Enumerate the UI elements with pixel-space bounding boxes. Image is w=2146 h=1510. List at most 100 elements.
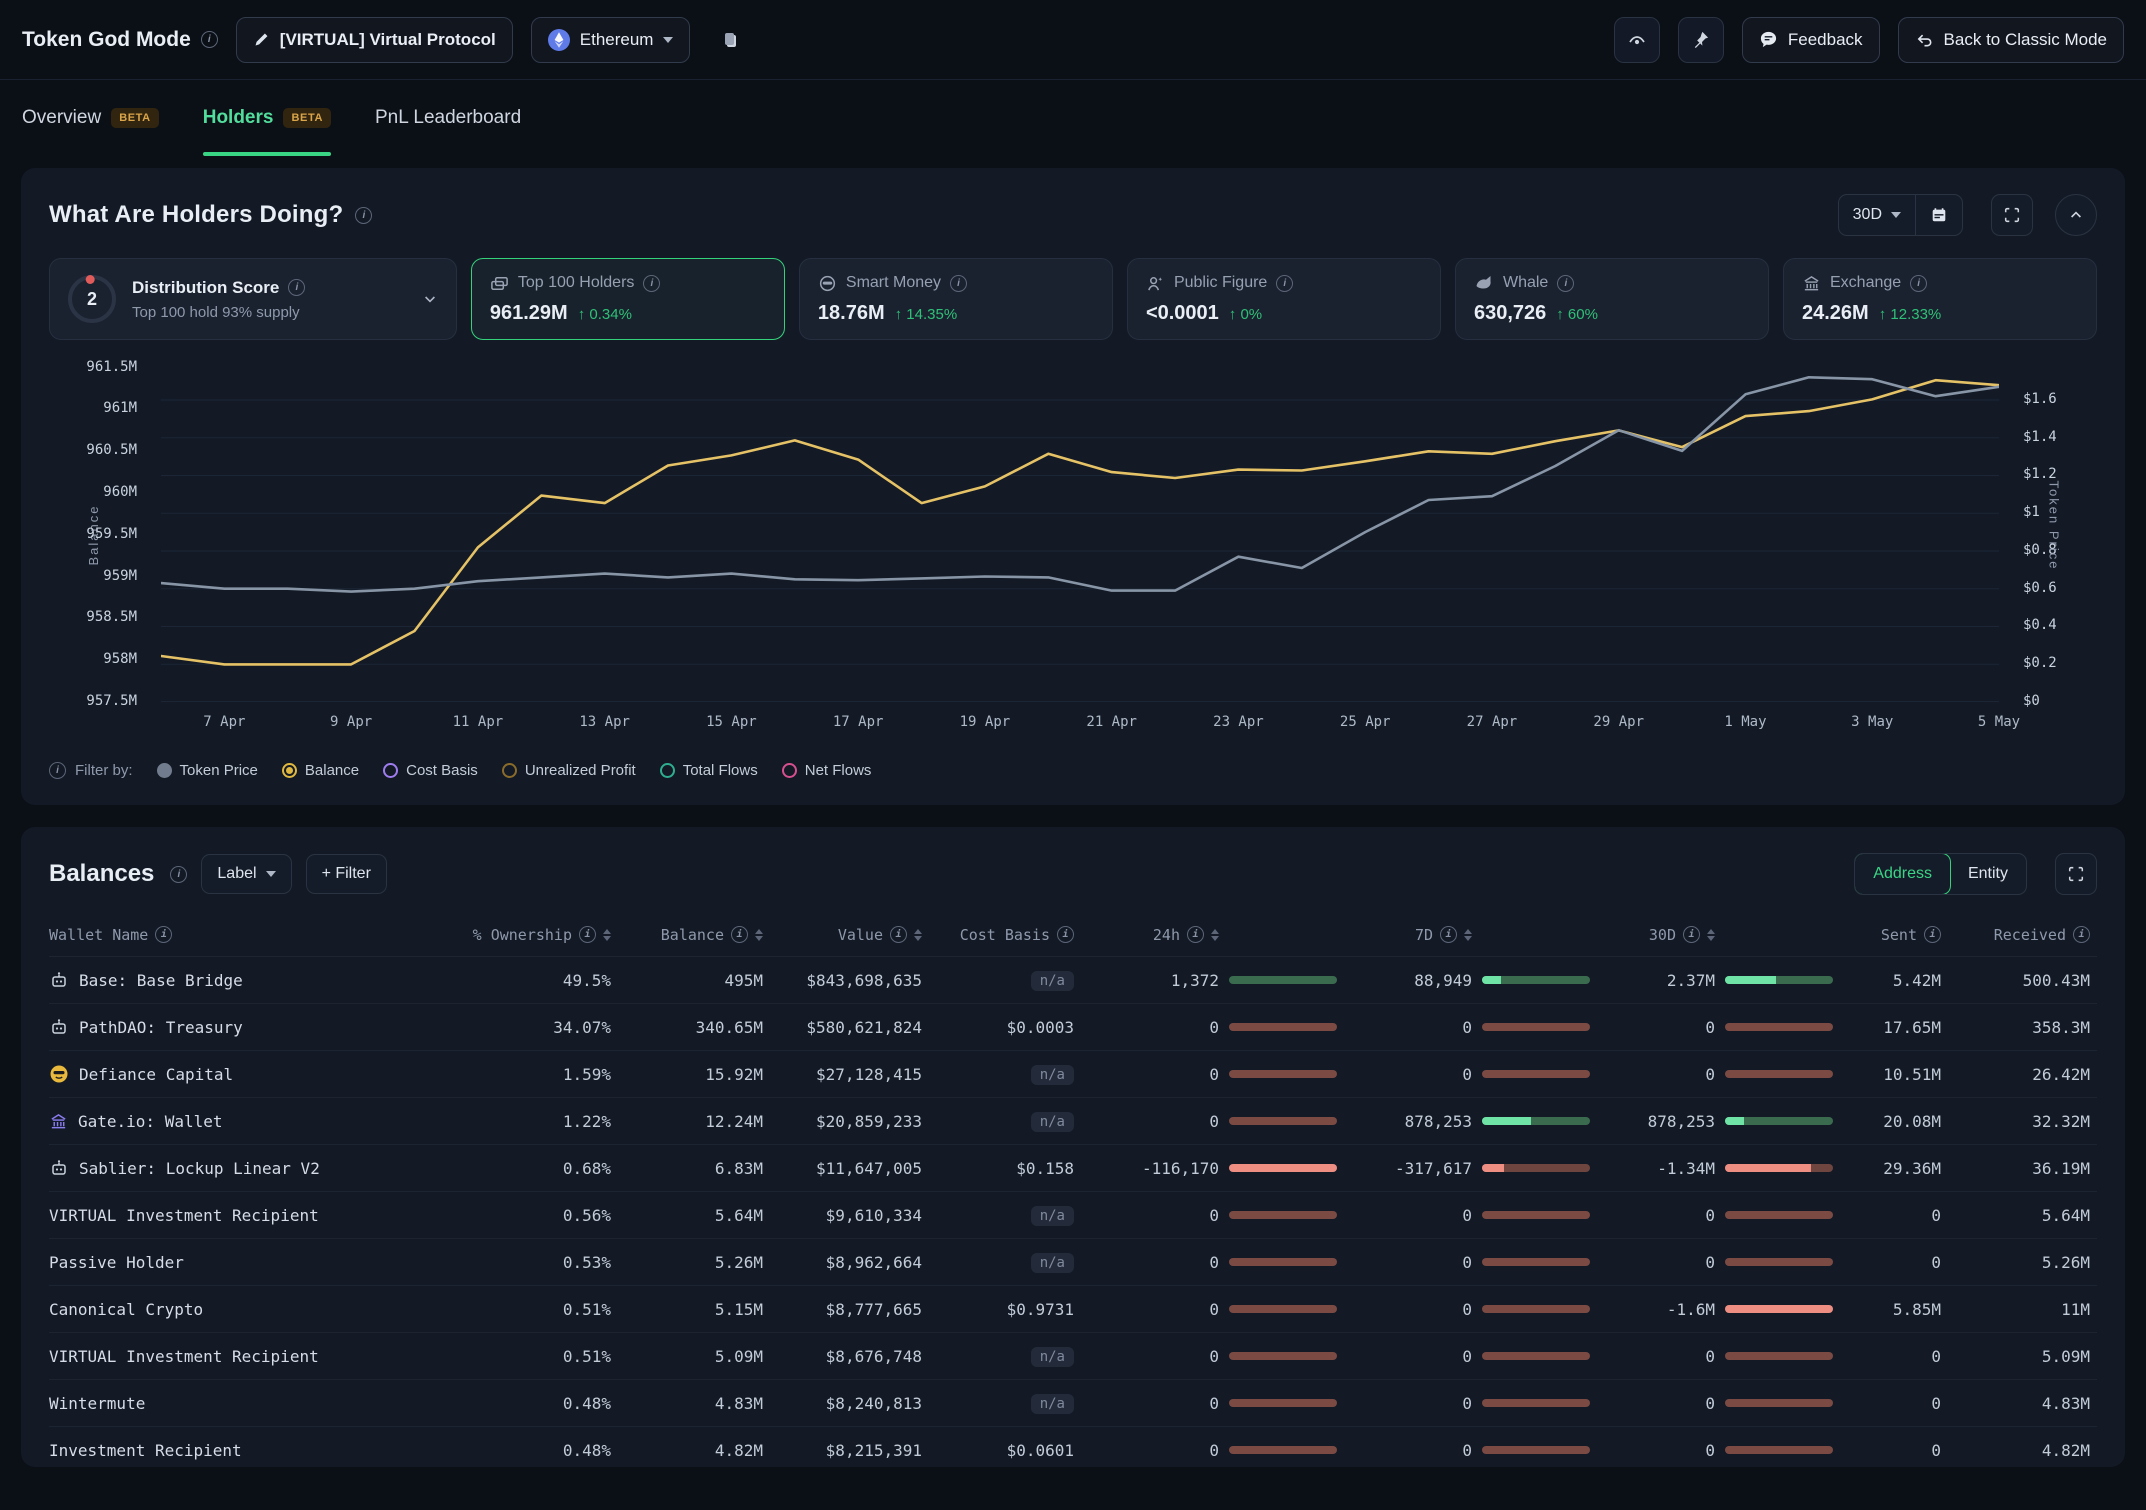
flow-bar xyxy=(1482,1164,1590,1172)
stat-card-exchange[interactable]: Exchangei24.26M↑ 12.33% xyxy=(1783,258,2097,340)
ethereum-icon xyxy=(548,29,570,51)
period-selector[interactable]: 30D xyxy=(1839,195,1915,235)
table-body: Base: Base Bridge49.5%495M$843,698,635n/… xyxy=(49,957,2097,1467)
filter-option-token-price[interactable]: Token Price xyxy=(157,762,258,779)
radio-icon xyxy=(782,763,797,778)
app-title: Token God Mode i xyxy=(22,28,218,52)
feedback-button[interactable]: Feedback xyxy=(1742,17,1880,63)
cost-basis: n/a xyxy=(922,1393,1074,1414)
robot-icon xyxy=(49,1017,69,1037)
table-row[interactable]: Passive Holder0.53%5.26M$8,962,664n/a000… xyxy=(49,1239,2097,1286)
label-dropdown[interactable]: Label xyxy=(201,854,291,894)
wallet-name: Defiance Capital xyxy=(49,1064,389,1084)
column-header-7d[interactable]: 7Di xyxy=(1337,926,1590,944)
stat-card-top-100-holders[interactable]: Top 100 Holdersi961.29M↑ 0.34% xyxy=(471,258,785,340)
wallet-name: PathDAO: Treasury xyxy=(49,1017,389,1037)
chat-icon xyxy=(1759,30,1778,49)
sort-icon xyxy=(603,929,611,941)
robot-icon xyxy=(49,970,69,990)
wallet-name: Passive Holder xyxy=(49,1253,389,1272)
calendar-button[interactable] xyxy=(1916,195,1962,235)
back-to-classic-button[interactable]: Back to Classic Mode xyxy=(1898,17,2124,63)
stat-card-smart-money[interactable]: Smart Moneyi18.76M↑ 14.35% xyxy=(799,258,1113,340)
stat-change: ↑ 0% xyxy=(1229,306,1262,323)
copy-address-button[interactable] xyxy=(708,17,754,63)
fullscreen-button[interactable] xyxy=(1991,194,2033,236)
column-header-30d[interactable]: 30Di xyxy=(1590,926,1833,944)
smiley-icon xyxy=(49,1064,69,1084)
beta-badge: BETA xyxy=(111,108,159,128)
filter-option-total-flows[interactable]: Total Flows xyxy=(660,762,758,779)
column-label: Wallet Name xyxy=(49,926,148,944)
stat-card-whale[interactable]: Whalei630,726↑ 60% xyxy=(1455,258,1769,340)
toggle-address[interactable]: Address xyxy=(1854,853,1951,895)
column-header-wallet-name: Wallet Name i xyxy=(49,926,389,944)
balances-table: Wallet Namei% OwnershipiBalanceiValueiCo… xyxy=(49,913,2097,1467)
chevron-down-icon xyxy=(1891,212,1901,218)
table-fullscreen-button[interactable] xyxy=(2055,853,2097,895)
received: 4.83M xyxy=(1941,1394,2090,1413)
flow-value: 0 xyxy=(1705,1253,1715,1272)
tab-overview[interactable]: OverviewBETA xyxy=(22,80,159,156)
column-header-24h[interactable]: 24hi xyxy=(1074,926,1337,944)
tab-holders[interactable]: HoldersBETA xyxy=(203,80,331,156)
value: $8,676,748 xyxy=(763,1347,922,1366)
value: $8,962,664 xyxy=(763,1253,922,1272)
flow-bar xyxy=(1229,976,1337,984)
flow-value: 0 xyxy=(1462,1394,1472,1413)
wallet-name: Gate.io: Wallet xyxy=(49,1112,389,1131)
flow-value: -1.34M xyxy=(1657,1159,1715,1178)
stat-card-distribution-score[interactable]: 2Distribution ScoreiTop 100 hold 93% sup… xyxy=(49,258,457,340)
table-row[interactable]: Sablier: Lockup Linear V20.68%6.83M$11,6… xyxy=(49,1145,2097,1192)
table-row[interactable]: Wintermute0.48%4.83M$8,240,813n/a00004.8… xyxy=(49,1380,2097,1427)
flow-bar xyxy=(1482,1352,1590,1360)
watch-button[interactable] xyxy=(1614,17,1660,63)
bank-icon xyxy=(49,1112,68,1131)
chevron-down-icon xyxy=(663,37,673,43)
table-row[interactable]: Gate.io: Wallet1.22%12.24M$20,859,233n/a… xyxy=(49,1098,2097,1145)
tab-pnl-leaderboard[interactable]: PnL Leaderboard xyxy=(375,80,521,156)
stat-card-public-figure[interactable]: Public Figurei<0.0001↑ 0% xyxy=(1127,258,1441,340)
table-row[interactable]: VIRTUAL Investment Recipient0.56%5.64M$9… xyxy=(49,1192,2097,1239)
pin-button[interactable] xyxy=(1678,17,1724,63)
radio-icon xyxy=(157,763,172,778)
collapse-button[interactable] xyxy=(2055,194,2097,236)
flow-bar xyxy=(1482,1305,1590,1313)
column-header-ownership[interactable]: % Ownershipi xyxy=(389,926,611,944)
balance: 4.82M xyxy=(611,1441,763,1460)
cost-basis: n/a xyxy=(922,970,1074,991)
column-header-balance[interactable]: Balancei xyxy=(611,926,763,944)
filter-option-label: Total Flows xyxy=(683,762,758,779)
chevron-down-icon xyxy=(422,291,438,307)
smart-money-icon xyxy=(818,274,837,293)
fullscreen-icon xyxy=(2067,865,2085,883)
table-row[interactable]: VIRTUAL Investment Recipient0.51%5.09M$8… xyxy=(49,1333,2097,1380)
table-row[interactable]: Canonical Crypto0.51%5.15M$8,777,665$0.9… xyxy=(49,1286,2097,1333)
column-header-value[interactable]: Valuei xyxy=(763,926,922,944)
column-label: 30D xyxy=(1649,926,1676,944)
add-filter-button[interactable]: + Filter xyxy=(306,854,387,894)
table-row[interactable]: Defiance Capital1.59%15.92M$27,128,415n/… xyxy=(49,1051,2097,1098)
table-row[interactable]: Investment Recipient0.48%4.82M$8,215,391… xyxy=(49,1427,2097,1467)
info-icon: i xyxy=(1557,275,1574,292)
filter-option-net-flows[interactable]: Net Flows xyxy=(782,762,872,779)
filter-option-balance[interactable]: Balance xyxy=(282,762,359,779)
network-selector[interactable]: Ethereum xyxy=(531,17,691,63)
table-row[interactable]: PathDAO: Treasury34.07%340.65M$580,621,8… xyxy=(49,1004,2097,1051)
card-title: What Are Holders Doing? xyxy=(49,201,343,229)
toggle-entity[interactable]: Entity xyxy=(1950,854,2026,894)
column-header-sent: Senti xyxy=(1833,926,1941,944)
cost-basis: n/a xyxy=(922,1346,1074,1367)
info-icon: i xyxy=(155,926,172,943)
stat-label: Top 100 Holders xyxy=(518,274,635,292)
token-selector-button[interactable]: [VIRTUAL] Virtual Protocol xyxy=(236,17,513,63)
flow-bar xyxy=(1725,1399,1833,1407)
filter-option-unrealized-profit[interactable]: Unrealized Profit xyxy=(502,762,636,779)
table-row[interactable]: Base: Base Bridge49.5%495M$843,698,635n/… xyxy=(49,957,2097,1004)
flow-bar xyxy=(1725,1164,1833,1172)
radio-icon xyxy=(282,763,297,778)
value: $20,859,233 xyxy=(763,1112,922,1131)
left-axis-ticks: 961.5M961M960.5M960M959.5M959M958.5M958M… xyxy=(49,366,149,702)
filter-option-cost-basis[interactable]: Cost Basis xyxy=(383,762,478,779)
flow-bar xyxy=(1229,1117,1337,1125)
